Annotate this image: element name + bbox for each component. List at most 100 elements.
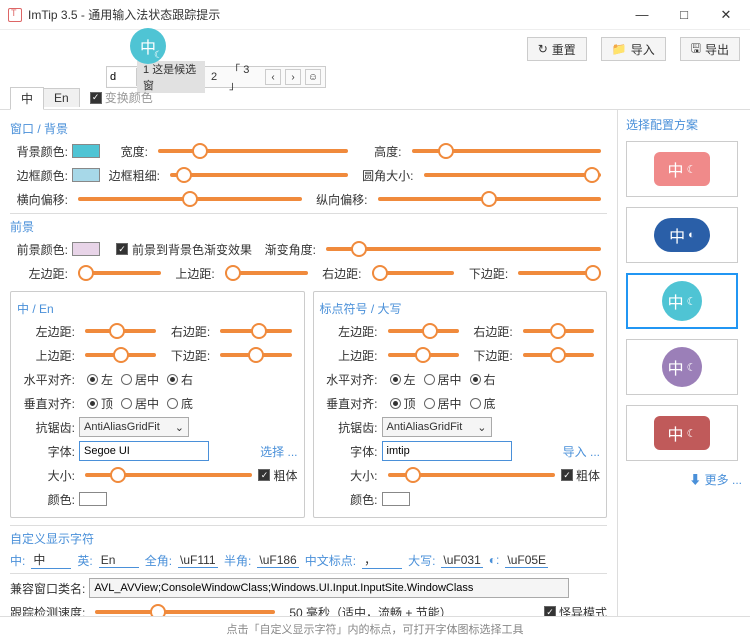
corner-radius-slider[interactable] bbox=[424, 173, 602, 177]
compat-input[interactable] bbox=[89, 578, 569, 598]
scheme-item-0[interactable]: 中☾ bbox=[626, 141, 738, 197]
section-foreground: 前景 bbox=[10, 218, 607, 235]
custom-cnpunct-field[interactable]: ， bbox=[362, 551, 402, 569]
import-button[interactable]: 📁导入 bbox=[601, 37, 666, 61]
custom-full-field[interactable]: \uF111 bbox=[178, 553, 218, 568]
punct-valign-bottom[interactable] bbox=[470, 398, 481, 409]
candidate-input[interactable] bbox=[107, 68, 137, 86]
cnen-right-slider[interactable] bbox=[220, 329, 291, 333]
cnen-left-label: 左边距: bbox=[17, 323, 75, 340]
punct-color-swatch[interactable] bbox=[382, 492, 410, 506]
punct-left-slider[interactable] bbox=[388, 329, 459, 333]
cnen-choose-link[interactable]: 选择 ... bbox=[260, 443, 297, 460]
swap-colors-checkbox[interactable]: ✓ bbox=[90, 92, 102, 104]
import-icon: 📁 bbox=[612, 42, 627, 56]
minimize-button[interactable]: — bbox=[630, 7, 654, 23]
cnen-valign-top[interactable] bbox=[87, 398, 98, 409]
cnen-bottom-slider[interactable] bbox=[220, 353, 291, 357]
cnen-bold-checkbox[interactable]: ✓ bbox=[258, 469, 270, 481]
corner-radius-label: 圆角大小: bbox=[354, 167, 414, 184]
punct-halign-center[interactable] bbox=[424, 374, 435, 385]
section-punct: 标点符号 / 大写 bbox=[320, 300, 601, 317]
punct-valign-top[interactable] bbox=[390, 398, 401, 409]
bg-color-swatch[interactable] bbox=[72, 144, 100, 158]
punct-bottom-label: 下边距: bbox=[465, 347, 513, 364]
cnen-valign-bottom[interactable] bbox=[167, 398, 178, 409]
border-color-swatch[interactable] bbox=[72, 168, 100, 182]
cnen-size-slider[interactable] bbox=[85, 473, 252, 477]
punct-halign-left[interactable] bbox=[390, 374, 401, 385]
export-button[interactable]: 🖫导出 bbox=[680, 37, 740, 61]
custom-en-field[interactable]: En bbox=[99, 553, 139, 568]
cnen-halign-left[interactable] bbox=[87, 374, 98, 385]
tab-en[interactable]: En bbox=[44, 88, 80, 107]
punct-bold-checkbox[interactable]: ✓ bbox=[561, 469, 573, 481]
custom-half-field[interactable]: \uF186 bbox=[257, 553, 298, 568]
punct-bottom-slider[interactable] bbox=[523, 353, 594, 357]
custom-cn-field[interactable]: 中 bbox=[31, 551, 71, 569]
fg-left-slider[interactable] bbox=[78, 271, 161, 275]
app-icon bbox=[8, 8, 22, 22]
h-offset-slider[interactable] bbox=[78, 197, 302, 201]
custom-other-field[interactable]: \uF05E bbox=[505, 553, 548, 568]
fg-right-slider[interactable] bbox=[372, 271, 455, 275]
export-icon: 🖫 bbox=[691, 39, 701, 60]
cnen-color-swatch[interactable] bbox=[79, 492, 107, 506]
cnen-font-input[interactable] bbox=[79, 441, 209, 461]
scheme-item-3[interactable]: 中☾ bbox=[626, 339, 738, 395]
border-weight-slider[interactable] bbox=[170, 173, 348, 177]
punct-aa-label: 抗锯齿: bbox=[320, 419, 378, 436]
track-speed-slider[interactable] bbox=[95, 610, 275, 614]
punct-size-slider[interactable] bbox=[388, 473, 555, 477]
custom-full-label: 全角: bbox=[145, 552, 172, 569]
h-offset-label: 横向偏移: bbox=[10, 191, 68, 208]
v-offset-slider[interactable] bbox=[378, 197, 602, 201]
border-color-label: 边框颜色: bbox=[10, 167, 68, 184]
custom-caps-field[interactable]: \uF031 bbox=[441, 553, 482, 568]
gradient-angle-slider[interactable] bbox=[326, 247, 601, 251]
punct-valign-center[interactable] bbox=[424, 398, 435, 409]
fg-color-swatch[interactable] bbox=[72, 242, 100, 256]
cnen-antialias-select[interactable]: AntiAliasGridFit⌄ bbox=[79, 417, 189, 437]
weird-mode-checkbox[interactable]: ✓ bbox=[544, 606, 556, 616]
gradient-checkbox[interactable]: ✓ bbox=[116, 243, 128, 255]
more-schemes-link[interactable]: ⬇ 更多 ... bbox=[626, 471, 742, 488]
cnen-left-slider[interactable] bbox=[85, 329, 156, 333]
cnen-halign-center[interactable] bbox=[121, 374, 132, 385]
punct-import-link[interactable]: 导入 ... bbox=[563, 443, 600, 460]
punct-font-input[interactable] bbox=[382, 441, 512, 461]
emoji-icon[interactable]: ☺ bbox=[305, 69, 321, 85]
cnen-top-slider[interactable] bbox=[85, 353, 156, 357]
section-cn-en: 中 / En bbox=[17, 300, 298, 317]
custom-en-label: 英: bbox=[77, 552, 92, 569]
cnen-valign-center[interactable] bbox=[121, 398, 132, 409]
reset-button[interactable]: ↻重置 bbox=[527, 37, 587, 61]
candidate-3[interactable]: 「 3 」 bbox=[223, 61, 265, 93]
next-page-icon[interactable]: › bbox=[285, 69, 301, 85]
candidate-2[interactable]: 2 bbox=[205, 71, 223, 83]
cnen-bottom-label: 下边距: bbox=[162, 347, 210, 364]
prev-page-icon[interactable]: ‹ bbox=[265, 69, 281, 85]
punct-top-slider[interactable] bbox=[388, 353, 459, 357]
fg-left-label: 左边距: bbox=[10, 265, 68, 282]
scheme-item-2[interactable]: 中☾ bbox=[626, 273, 738, 329]
cnen-valign-label: 垂直对齐: bbox=[17, 395, 75, 412]
punct-size-label: 大小: bbox=[320, 467, 378, 484]
height-slider[interactable] bbox=[412, 149, 602, 153]
tab-cn[interactable]: 中 bbox=[10, 87, 44, 110]
cnen-halign-right[interactable] bbox=[167, 374, 178, 385]
punct-halign-right[interactable] bbox=[470, 374, 481, 385]
scheme-item-4[interactable]: 中☾ bbox=[626, 405, 738, 461]
fg-top-slider[interactable] bbox=[225, 271, 308, 275]
custom-caps-label: 大写: bbox=[408, 552, 435, 569]
maximize-button[interactable]: □ bbox=[672, 7, 696, 23]
width-slider[interactable] bbox=[158, 149, 348, 153]
punct-antialias-select[interactable]: AntiAliasGridFit⌄ bbox=[382, 417, 492, 437]
punct-top-label: 上边距: bbox=[320, 347, 378, 364]
punct-right-slider[interactable] bbox=[523, 329, 594, 333]
punct-halign-label: 水平对齐: bbox=[320, 371, 378, 388]
close-button[interactable]: ✕ bbox=[714, 7, 738, 23]
fg-bottom-slider[interactable] bbox=[518, 271, 601, 275]
cnen-font-label: 字体: bbox=[17, 443, 75, 460]
scheme-item-1[interactable]: 中◐ bbox=[626, 207, 738, 263]
